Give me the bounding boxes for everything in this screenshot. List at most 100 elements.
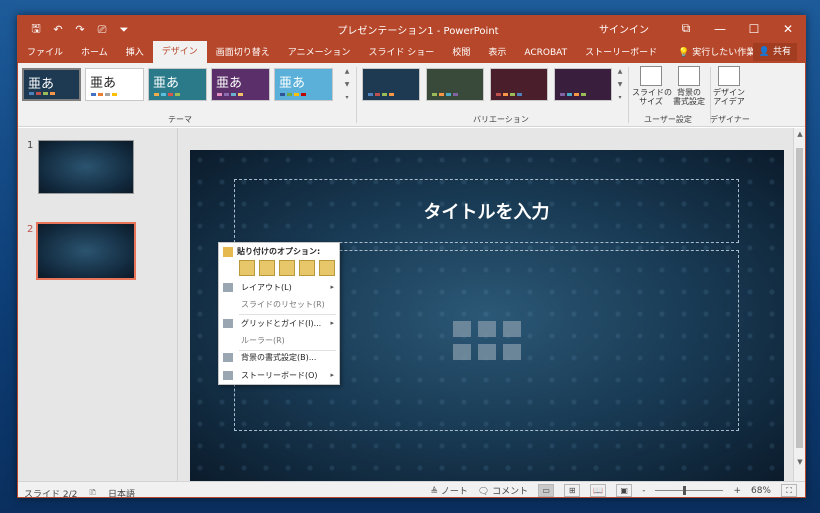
scroll-up-icon[interactable]: ▲ (615, 68, 625, 75)
separator (628, 67, 629, 123)
slideshow-view-icon[interactable]: ▣ (616, 484, 633, 497)
variation-thumb[interactable] (554, 68, 612, 101)
submenu-arrow-icon: ▸ (330, 283, 334, 291)
design-ideas-label: デザイン アイデア (713, 88, 745, 106)
designer-group-label: デザイナー (710, 115, 750, 124)
signin-link[interactable]: サインイン (599, 21, 649, 36)
tab-design[interactable]: デザイン (152, 41, 207, 63)
workspace: 1 2 タイトルを入力 ▲ ▼ (18, 128, 805, 482)
slide-count: スライド 2/2 (24, 489, 78, 498)
tab-insert[interactable]: 挿入 (117, 43, 153, 63)
title-placeholder[interactable]: タイトルを入力 (234, 179, 739, 243)
paste-keep-source-formatting-icon[interactable] (259, 260, 275, 276)
menu-item-format-background[interactable]: 背景の書式設定(B)... (219, 349, 339, 366)
tab-acrobat[interactable]: ACROBAT (515, 43, 576, 63)
slide-thumbnail-1[interactable] (38, 140, 134, 194)
slide-size-icon (640, 66, 662, 86)
customize-qat-icon[interactable]: ⏷ (116, 23, 132, 37)
comments-label: コメント (492, 487, 529, 497)
theme-thumb[interactable]: 亜あ (85, 68, 144, 101)
slide-number: 1 (27, 140, 34, 151)
vertical-scrollbar[interactable]: ▲ ▼ (793, 128, 805, 481)
quick-access-toolbar: 🖫 ↶ ↷ ⎚ ⏷ (28, 20, 132, 39)
slide-size-label: スライドの サイズ (632, 88, 672, 106)
slide-thumbnail-2[interactable] (36, 222, 136, 280)
scroll-up-arrow[interactable]: ▲ (794, 130, 805, 138)
zoom-out-button[interactable]: - (642, 486, 645, 496)
undo-icon[interactable]: ↶ (50, 23, 66, 36)
tab-review[interactable]: 校閲 (443, 43, 479, 63)
menu-item-label: ルーラー(R) (241, 336, 285, 345)
tab-home[interactable]: ホーム (72, 43, 117, 63)
tab-transitions[interactable]: 画面切り替え (207, 43, 279, 63)
slide-sorter-view-icon[interactable]: ⊞ (564, 484, 581, 497)
ribbon-display-options-icon[interactable]: ⧉ (669, 21, 703, 36)
menu-item-grid-guides[interactable]: グリッドとガイド(I)... ▸ (219, 315, 339, 332)
more-icon[interactable]: ▾ (342, 94, 352, 101)
menu-item-reset-slide[interactable]: スライドのリセット(R) (219, 296, 339, 313)
zoom-slider-thumb[interactable] (683, 486, 687, 495)
menu-item-storyboard[interactable]: ストーリーボード(O) ▸ (219, 367, 339, 384)
variation-thumb[interactable] (362, 68, 420, 101)
language-indicator[interactable]: 日本語 (108, 487, 135, 498)
zoom-level[interactable]: 68% (751, 486, 771, 496)
theme-thumb[interactable]: 亜あ (274, 68, 333, 101)
maximize-button[interactable]: ☐ (737, 22, 771, 36)
variation-thumb[interactable] (426, 68, 484, 101)
insert-online-picture-icon[interactable] (478, 344, 496, 360)
paste-embed-icon[interactable] (319, 260, 335, 276)
close-button[interactable]: ✕ (771, 22, 805, 36)
menu-item-layout[interactable]: レイアウト(L) ▸ (219, 279, 339, 296)
slide-size-button[interactable]: スライドの サイズ (632, 66, 672, 106)
scroll-down-icon[interactable]: ▼ (615, 81, 625, 88)
insert-video-icon[interactable] (503, 344, 521, 360)
theme-thumb[interactable]: 亜あ (211, 68, 270, 101)
submenu-arrow-icon: ▸ (330, 319, 334, 327)
theme-sample-text: 亜あ (153, 76, 180, 91)
format-background-icon (223, 353, 233, 362)
variation-thumb[interactable] (490, 68, 548, 101)
tab-storyboard[interactable]: ストーリーボード (576, 43, 666, 63)
context-menu: 貼り付けのオプション: レイアウト(L) ▸ スライドのリセット(R) グリッド… (218, 242, 340, 385)
insert-table-icon[interactable] (453, 321, 471, 337)
theme-thumb[interactable]: 亜あ (148, 68, 207, 101)
zoom-in-button[interactable]: + (733, 486, 741, 496)
comments-button[interactable]: 🗨 コメント (478, 484, 528, 497)
insert-smartart-icon[interactable] (503, 321, 521, 337)
variations-group-label: バリエーション (473, 115, 529, 124)
paste-picture-icon[interactable] (279, 260, 295, 276)
theme-thumb[interactable]: 亜あ (22, 68, 81, 101)
scroll-thumb[interactable] (796, 148, 803, 448)
scroll-down-arrow[interactable]: ▼ (794, 458, 805, 466)
design-ideas-button[interactable]: デザイン アイデア (712, 66, 746, 106)
insert-chart-icon[interactable] (478, 321, 496, 337)
tab-view[interactable]: 表示 (479, 43, 515, 63)
themes-gallery-scroll: ▲ ▼ ▾ (342, 68, 352, 101)
powerpoint-window: 🖫 ↶ ↷ ⎚ ⏷ プレゼンテーション1 - PowerPoint サインイン … (17, 15, 806, 498)
scroll-up-icon[interactable]: ▲ (342, 68, 352, 75)
zoom-slider[interactable] (655, 486, 724, 495)
format-background-button[interactable]: 背景の 書式設定 (670, 66, 708, 106)
reading-view-icon[interactable]: 📖 (590, 484, 607, 497)
themes-gallery: 亜あ 亜あ 亜あ 亜あ 亜あ (22, 68, 333, 101)
notes-button[interactable]: ≜ ノート (430, 484, 467, 497)
normal-view-icon[interactable]: ▭ (538, 484, 555, 497)
tab-slideshow[interactable]: スライド ショー (359, 43, 443, 63)
paste-use-destination-theme-icon[interactable] (239, 260, 255, 276)
scroll-down-icon[interactable]: ▼ (342, 81, 352, 88)
share-button[interactable]: 👤 共有 (752, 43, 797, 61)
tab-animations[interactable]: アニメーション (279, 43, 360, 63)
spellcheck-icon[interactable]: 🗈 (89, 485, 96, 497)
paste-options-label: 貼り付けのオプション: (237, 247, 321, 256)
menu-item-ruler[interactable]: ルーラー(R) (219, 332, 339, 349)
tab-file[interactable]: ファイル (18, 43, 72, 63)
redo-icon[interactable]: ↷ (72, 23, 88, 36)
present-icon[interactable]: ⎚ (94, 23, 110, 37)
paste-keep-text-only-icon[interactable] (299, 260, 315, 276)
minimize-button[interactable]: — (703, 22, 737, 36)
insert-picture-icon[interactable] (453, 344, 471, 360)
more-icon[interactable]: ▾ (615, 94, 625, 101)
paste-icon (223, 246, 233, 257)
save-icon[interactable]: 🖫 (28, 20, 44, 39)
fit-to-window-icon[interactable]: ⛶ (781, 484, 797, 497)
